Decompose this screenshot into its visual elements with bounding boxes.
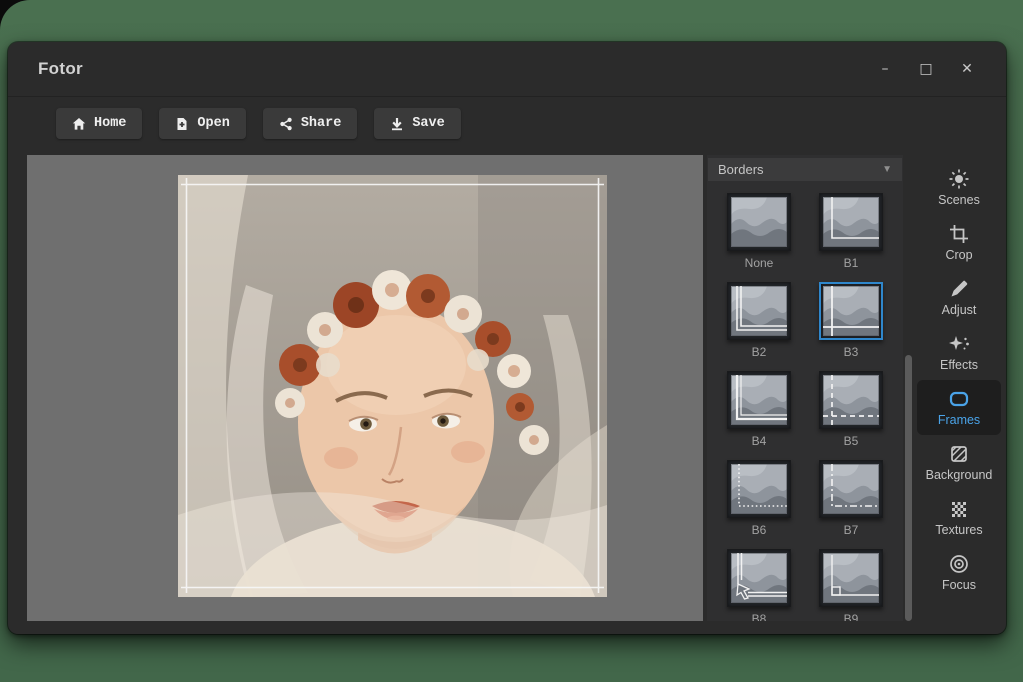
border-option-b6[interactable]: B6 — [714, 460, 804, 537]
photo[interactable] — [178, 175, 607, 597]
sidebar-item-textures[interactable]: Textures — [917, 490, 1001, 545]
editor-canvas — [27, 155, 703, 621]
frame-icon — [947, 388, 971, 410]
chevron-down-icon: ▼ — [882, 164, 892, 175]
sidebar-item-adjust[interactable]: Adjust — [917, 270, 1001, 325]
border-option-b1[interactable]: B1 — [806, 193, 896, 270]
sidebar-item-label: Textures — [935, 523, 982, 537]
borders-dropdown[interactable]: Borders ▼ — [708, 158, 902, 181]
open-button-label: Open — [197, 116, 229, 131]
border-option-b4[interactable]: B4 — [714, 371, 804, 448]
crop-icon — [948, 223, 970, 245]
border-option-b2[interactable]: B2 — [714, 282, 804, 359]
home-button[interactable]: Home — [56, 108, 142, 139]
pencil-icon — [948, 278, 970, 300]
selected-border-thumb — [819, 282, 883, 340]
share-button[interactable]: Share — [263, 108, 358, 139]
sidebar-item-background[interactable]: Background — [917, 435, 1001, 490]
border-option-b3[interactable]: B3 — [806, 282, 896, 359]
app-title: Fotor — [38, 59, 83, 79]
borders-grid: None B1 B2 B3 — [707, 181, 903, 621]
minimize-button[interactable]: – — [876, 58, 894, 80]
sidebar-item-label: Crop — [945, 248, 972, 262]
sidebar-item-effects[interactable]: Effects — [917, 325, 1001, 380]
sidebar-item-label: Scenes — [938, 193, 980, 207]
maximize-button[interactable]: □ — [917, 58, 935, 80]
open-icon — [175, 117, 189, 131]
tool-sidebar: Scenes Crop Adjust — [913, 160, 1005, 600]
focus-icon — [948, 553, 970, 575]
border-option-b7[interactable]: B7 — [806, 460, 896, 537]
share-icon — [279, 117, 293, 131]
border-option-b5[interactable]: B5 — [806, 371, 896, 448]
sun-icon — [948, 168, 970, 190]
border-option-none[interactable]: None — [714, 193, 804, 270]
border-option-b8[interactable]: B8 — [714, 549, 804, 621]
toolbar: Home Open — [56, 108, 461, 139]
background-icon — [948, 443, 970, 465]
home-button-label: Home — [94, 116, 126, 131]
sidebar-item-label: Effects — [940, 358, 978, 372]
home-icon — [72, 117, 86, 131]
open-button[interactable]: Open — [159, 108, 245, 139]
save-button[interactable]: Save — [374, 108, 460, 139]
sidebar-item-label: Adjust — [942, 303, 977, 317]
sidebar-item-frames[interactable]: Frames — [917, 380, 1001, 435]
save-button-label: Save — [412, 116, 444, 131]
screen: Fotor – □ ✕ Home — [0, 0, 1023, 682]
textures-icon — [948, 498, 970, 520]
scrollbar-thumb[interactable] — [905, 355, 912, 621]
titlebar: Fotor – □ ✕ — [8, 42, 1006, 97]
share-button-label: Share — [301, 116, 342, 131]
sidebar-item-label: Background — [926, 468, 993, 482]
sidebar-item-focus[interactable]: Focus — [917, 545, 1001, 600]
sidebar-item-label: Focus — [942, 578, 976, 592]
borders-dropdown-label: Borders — [718, 162, 764, 177]
sidebar-item-crop[interactable]: Crop — [917, 215, 1001, 270]
close-button[interactable]: ✕ — [958, 58, 976, 80]
save-icon — [390, 117, 404, 131]
border-option-b9[interactable]: B9 — [806, 549, 896, 621]
window-controls: – □ ✕ — [876, 58, 976, 80]
borders-panel: Borders ▼ None B1 B2 — [707, 155, 903, 621]
sidebar-item-scenes[interactable]: Scenes — [917, 160, 1001, 215]
sparkles-icon — [948, 333, 970, 355]
sidebar-item-label: Frames — [938, 413, 980, 427]
fotor-window: Fotor – □ ✕ Home — [8, 42, 1006, 634]
